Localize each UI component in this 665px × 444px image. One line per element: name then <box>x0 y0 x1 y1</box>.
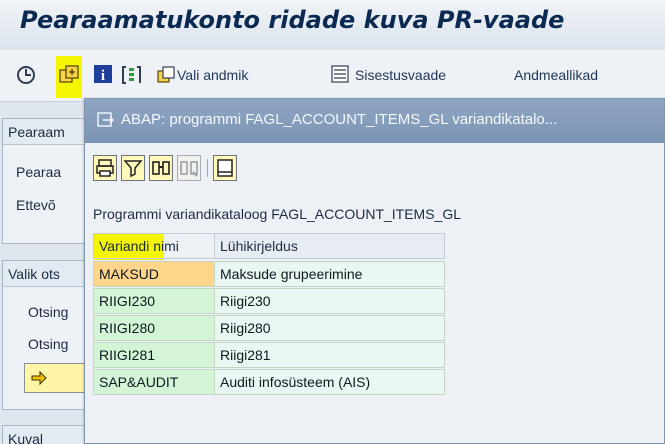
variant-name-cell[interactable]: MAKSUD <box>93 261 215 287</box>
andmeallikad-button[interactable]: Andmeallikad <box>514 67 598 83</box>
title-bar: Pearaamatukonto ridade kuva PR-vaade <box>0 0 665 50</box>
company-code-label: Ettevõ <box>16 197 56 213</box>
variant-desc-cell[interactable]: Riigi281 <box>214 342 445 368</box>
display-panel: Kuval <box>2 425 92 444</box>
export-icon[interactable] <box>213 155 237 181</box>
selection-panel: Valik ots Otsing Otsing <box>2 260 94 410</box>
variant-catalog-dialog: ABAP: programmi FAGL_ACCOUNT_ITEMS_GL va… <box>84 98 665 444</box>
page-title: Pearaamatukonto ridade kuva PR-vaade <box>20 6 565 34</box>
execute-icon[interactable] <box>14 64 38 86</box>
gl-account-label: Pearaa <box>16 164 62 180</box>
catalog-label: Programmi variandikataloog FAGL_ACCOUNT_… <box>93 206 462 222</box>
column-header-variant-name[interactable]: Variandi nimi <box>93 233 215 259</box>
variant-desc-cell[interactable]: Auditi infosüsteem (AIS) <box>214 369 445 395</box>
dialog-window-icon <box>97 111 115 129</box>
variant-name-cell[interactable]: SAP&AUDIT <box>93 369 215 395</box>
toolbar-separator <box>207 159 208 177</box>
search-label: Otsing <box>28 336 69 352</box>
search-label: Otsing <box>28 304 69 320</box>
panel-title: Kuval <box>8 431 44 444</box>
get-variant-icon[interactable] <box>57 64 81 86</box>
application-toolbar: i Vali andmik Sisestusvaade Andmeallikad <box>0 50 665 102</box>
variant-desc-cell[interactable]: Maksude grupeerimine <box>214 261 445 287</box>
find-icon[interactable] <box>149 155 173 181</box>
sisestusvaade-button[interactable]: Sisestusvaade <box>355 67 446 83</box>
print-icon[interactable] <box>93 155 117 181</box>
info-icon[interactable]: i <box>92 64 114 86</box>
gl-account-panel: Pearaam Pearaa Ettevõ <box>2 118 92 244</box>
column-header-short-description[interactable]: Lühikirjeldus <box>214 233 445 259</box>
find-next-icon <box>177 155 201 181</box>
vali-andmik-icon[interactable] <box>154 64 178 86</box>
entry-view-icon[interactable] <box>329 64 351 86</box>
panel-title: Valik ots <box>8 266 60 282</box>
panel-title: Pearaam <box>8 124 65 140</box>
dialog-titlebar[interactable]: ABAP: programmi FAGL_ACCOUNT_ITEMS_GL va… <box>85 99 664 143</box>
dynamic-selection-icon[interactable] <box>120 64 144 86</box>
svg-text:i: i <box>101 68 105 84</box>
variant-desc-cell[interactable]: Riigi230 <box>214 288 445 314</box>
variant-name-cell[interactable]: RIIGI281 <box>93 342 215 368</box>
vali-andmik-button[interactable]: Vali andmik <box>177 67 248 83</box>
variant-name-cell[interactable]: RIIGI230 <box>93 288 215 314</box>
variant-name-cell[interactable]: RIIGI280 <box>93 315 215 341</box>
filter-icon[interactable] <box>121 155 145 181</box>
dialog-title: ABAP: programmi FAGL_ACCOUNT_ITEMS_GL va… <box>121 111 558 128</box>
variant-desc-cell[interactable]: Riigi280 <box>214 315 445 341</box>
